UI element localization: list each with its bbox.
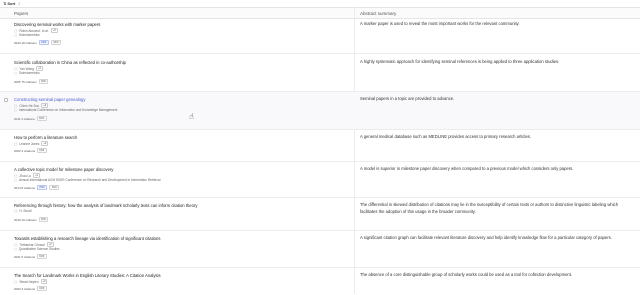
paper-venue: ▢ Quantitative Science Studies: [14, 247, 60, 251]
journal-icon: ▢: [14, 71, 17, 75]
mouse-cursor-icon: ☝: [189, 112, 194, 121]
paper-title[interactable]: Discovering seminal works with marker pa…: [14, 22, 100, 27]
abstract-summary: A general medical database such as MEDLI…: [360, 134, 532, 139]
paper-authors: ◯ H. Small: [14, 209, 32, 213]
sort-count: 2: [18, 1, 21, 6]
person-icon: ◯: [14, 28, 18, 33]
table-row[interactable]: A collective topic model for milestone p…: [0, 162, 640, 198]
table-row[interactable]: How to perform a literature search ◯ Lea…: [0, 130, 640, 162]
doi-link[interactable]: DOI: [37, 286, 47, 291]
paper-stats: 2011 3 citations DOI: [14, 116, 47, 121]
abstract-summary: Seminal papers in a topic are provided t…: [360, 96, 455, 101]
paper-authors: ◯ Leanne Jones +3: [14, 141, 49, 146]
paper-title[interactable]: Scientific collaboration in China as ref…: [14, 60, 126, 65]
paper-title[interactable]: How to perform a literature search: [14, 135, 77, 140]
sort-label: Sort: [7, 1, 16, 6]
paper-title[interactable]: The Search for Landmark Works in English…: [14, 273, 161, 278]
paper-venue: ▢ Scientometrics: [14, 33, 40, 37]
table-row[interactable]: Discovering seminal works with marker pa…: [0, 17, 640, 54]
abstract-summary: The absence of a core distinguishable gr…: [360, 272, 573, 277]
row-checkbox[interactable]: [4, 98, 8, 102]
journal-icon: ▢: [14, 108, 17, 112]
sort-icon: ⇅: [3, 1, 7, 6]
doi-link[interactable]: DOI: [49, 185, 60, 190]
paper-stats: 2019 10 citations DOI: [14, 217, 49, 222]
sort-button[interactable]: ⇅ Sort: [3, 1, 15, 6]
table-row[interactable]: Towards establishing a research lineage …: [0, 231, 640, 268]
paper-authors: ◯ Stead Heylen +3: [14, 279, 48, 284]
paper-venue: ▢ International Conference on Informatio…: [14, 108, 118, 112]
doi-link[interactable]: DOI: [38, 217, 49, 222]
paper-stats: 2002 3 citations DOI: [14, 286, 47, 291]
doi-link[interactable]: DOI: [37, 148, 47, 153]
abstract-summary: A marker paper is used to reveal the mos…: [360, 21, 520, 26]
paper-title[interactable]: A collective topic model for milestone p…: [14, 167, 113, 172]
person-icon: ◯: [14, 103, 18, 108]
journal-icon: ▢: [14, 178, 17, 182]
paper-stats: 2021 5 citations DOI: [14, 254, 47, 259]
doi-link[interactable]: DOI: [37, 254, 47, 259]
doi-link[interactable]: DOI: [38, 79, 49, 84]
abstract-summary: The differential in skewed distribution …: [360, 202, 619, 214]
doi-link[interactable]: DOI: [36, 116, 47, 121]
person-icon: ◯: [14, 173, 18, 178]
person-icon: ◯: [14, 209, 18, 213]
paper-stats: 2002 3 citations DOI: [14, 148, 47, 153]
paper-stats: 2014 8 citations PDF DOI: [14, 185, 60, 190]
paper-venue: ▢ Scientometrics: [14, 71, 40, 75]
table-row[interactable]: Referencing through history: how the ana…: [0, 198, 640, 231]
table-row[interactable]: Scientific collaboration in China as ref…: [0, 54, 640, 92]
table-row[interactable]: Constructing seminal paper genealogy ◯ C…: [0, 92, 640, 130]
journal-icon: ▢: [14, 33, 17, 37]
pdf-link[interactable]: PDF: [38, 40, 50, 45]
pdf-link[interactable]: PDF: [37, 185, 48, 190]
paper-title[interactable]: Referencing through history: how the ana…: [14, 203, 197, 208]
table-row[interactable]: The Search for Landmark Works in English…: [0, 268, 640, 294]
person-icon: ◯: [14, 141, 18, 146]
paper-title[interactable]: Constructing seminal paper genealogy: [14, 97, 85, 102]
abstract-summary: A highly systematic approach for identif…: [360, 59, 560, 64]
abstract-column-header[interactable]: Abstract summary: [360, 11, 396, 16]
abstract-summary: A significant citation graph can facilit…: [360, 235, 612, 240]
person-icon: ◯: [14, 242, 18, 247]
person-icon: ◯: [14, 279, 18, 284]
paper-venue: ▢ Annual International ACM SIGIR Confere…: [14, 178, 161, 182]
abstract-summary: A model is superior in milestone paper d…: [360, 166, 574, 171]
papers-column-header[interactable]: Papers: [14, 11, 28, 16]
paper-title[interactable]: Towards establishing a research lineage …: [14, 236, 160, 241]
journal-icon: ▢: [14, 247, 17, 251]
toolbar: ⇅ Sort 2: [0, 0, 640, 7]
paper-stats: 2005 75 citations DOI: [14, 79, 49, 84]
paper-stats: 2020 18 citations PDF DOI: [14, 40, 61, 45]
person-icon: ◯: [14, 66, 18, 71]
doi-link[interactable]: DOI: [51, 40, 61, 45]
